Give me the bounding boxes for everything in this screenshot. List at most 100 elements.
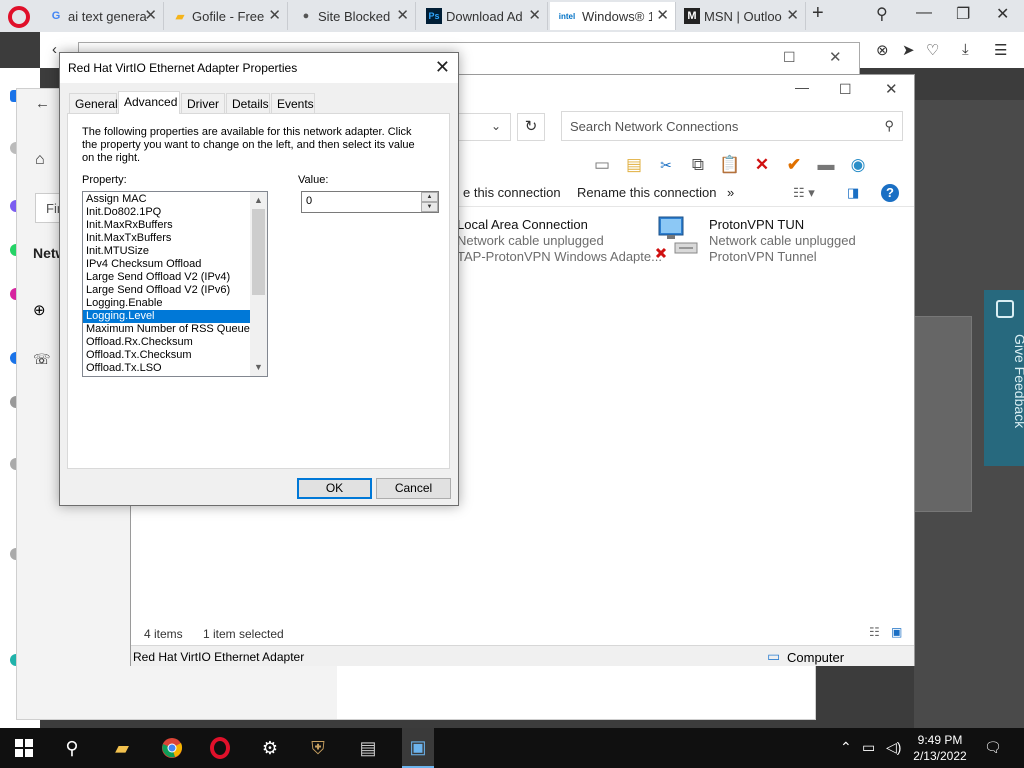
paste-icon[interactable]: 📋 (719, 154, 741, 176)
browser-tab[interactable]: ● Site Blocked ✕ (292, 2, 416, 30)
property-list-item[interactable]: Init.MaxRxBuffers (83, 219, 250, 232)
value-spinbox[interactable]: 0 ▲ ▼ (301, 191, 439, 213)
property-list-item[interactable]: Logging.Level (83, 310, 250, 323)
scroll-thumb[interactable] (252, 209, 265, 295)
help-icon[interactable]: ? (881, 184, 899, 202)
property-list-item[interactable]: Large Send Offload V2 (IPv6) (83, 284, 250, 297)
vpn-shield-icon[interactable]: ⛨ (306, 736, 330, 760)
chrome-icon[interactable] (160, 736, 184, 760)
property-list-item[interactable]: Offload.Tx.LSO (83, 362, 250, 375)
tab-advanced[interactable]: Advanced (118, 91, 180, 114)
search-input[interactable]: Search Network Connections ⚲ (561, 111, 903, 141)
rename-connection-command[interactable]: Rename this connection (577, 185, 716, 200)
properties-icon[interactable]: ▤ (623, 154, 645, 176)
value-input[interactable]: 0 (306, 195, 312, 207)
property-list-item[interactable]: Large Send Offload V2 (IPv4) (83, 271, 250, 284)
file-explorer-icon[interactable]: ▰ (110, 736, 134, 760)
notifications-icon[interactable]: 🗨 (984, 739, 1002, 756)
connection-item[interactable]: ProtonVPN TUN Network cable unplugged Pr… (709, 217, 856, 265)
browser-tab[interactable]: M MSN | Outloo ✕ (678, 2, 806, 30)
property-listbox[interactable]: Assign MAC Init.Do802.1PQ Init.MaxRxBuffer… (82, 191, 268, 377)
block-icon[interactable]: ⊗ (876, 41, 889, 59)
ok-button[interactable]: OK (297, 478, 372, 499)
close-tab-icon[interactable]: ✕ (656, 6, 669, 24)
search-icon[interactable]: ⚲ (60, 736, 84, 760)
tab-details[interactable]: Details (226, 93, 270, 113)
property-list-item[interactable]: Init.MaxTxBuffers (83, 232, 250, 245)
network-globe-icon[interactable]: ◉ (847, 154, 869, 176)
download-icon[interactable]: ⤓ (962, 41, 969, 58)
close-tab-icon[interactable]: ✕ (144, 6, 157, 24)
close-tab-icon[interactable]: ✕ (786, 6, 799, 24)
property-list-item[interactable]: IPv4 Checksum Offload (83, 258, 250, 271)
dialup-icon[interactable]: ☏ (33, 351, 51, 368)
heart-icon[interactable]: ♡ (926, 41, 939, 59)
refresh-button[interactable]: ↻ (517, 113, 545, 141)
maximize-icon[interactable]: ☐ (839, 81, 852, 98)
browser-tab[interactable]: ▰ Gofile - Free ✕ (166, 2, 288, 30)
close-icon[interactable]: ✕ (829, 48, 842, 66)
browser-tab[interactable]: Ps Download Ad ✕ (420, 2, 548, 30)
volume-icon[interactable]: ◁) (886, 739, 901, 756)
home-icon[interactable]: ⌂ (35, 151, 45, 169)
browser-tab-active[interactable]: intel Windows® 1( ✕ (550, 2, 676, 30)
minimize-icon[interactable]: — (795, 79, 809, 95)
spin-up-icon[interactable]: ▲ (421, 192, 438, 202)
control-panel-taskbar-icon[interactable]: ▣ (402, 728, 434, 768)
rename-icon[interactable]: ▬ (815, 154, 837, 176)
network-tray-icon[interactable]: ▭ (862, 739, 875, 756)
checkmark-icon[interactable]: ✔ (783, 154, 805, 176)
property-list-item[interactable]: Init.Do802.1PQ (83, 206, 250, 219)
settings-gear-icon[interactable]: ⚙ (258, 736, 282, 760)
send-icon[interactable]: ➤ (902, 41, 915, 59)
spin-down-icon[interactable]: ▼ (421, 202, 438, 212)
tab-driver[interactable]: Driver (181, 93, 225, 113)
new-tab-plus-icon[interactable]: + (812, 2, 824, 25)
back-arrow-icon[interactable]: ← (35, 95, 50, 112)
back-arrow-icon[interactable]: ‹ (52, 41, 57, 58)
maximize-icon[interactable]: ☐ (783, 49, 796, 66)
connection-item[interactable]: Local Area Connection Network cable unpl… (457, 217, 662, 265)
scroll-up-icon[interactable]: ▲ (250, 192, 267, 209)
details-view-icon[interactable]: ☷ (869, 625, 880, 639)
show-hidden-icons[interactable]: ⌃ (840, 739, 852, 756)
change-view-icon[interactable]: ☷ ▾ (793, 185, 815, 201)
property-list-item[interactable]: Offload.Tx.Checksum (83, 349, 250, 362)
scroll-down-icon[interactable]: ▼ (250, 359, 267, 376)
network-connections-taskbar-icon[interactable]: ▤ (356, 736, 380, 760)
network-adapter-icon[interactable] (655, 215, 701, 263)
listbox-scrollbar[interactable]: ▲ ▼ (250, 192, 267, 376)
preview-pane-icon[interactable]: ◨ (847, 185, 859, 201)
preview-pane-icon[interactable]: ▭ (591, 154, 613, 176)
tab-events[interactable]: Events (271, 93, 315, 113)
cancel-button[interactable]: Cancel (376, 478, 451, 499)
property-list-item[interactable]: Maximum Number of RSS Queues (83, 323, 255, 336)
property-list-item[interactable]: Logging.Enable (83, 297, 250, 310)
search-tabs-icon[interactable]: ⚲ (876, 4, 888, 24)
cut-icon[interactable]: ✂ (655, 154, 677, 176)
give-feedback-tab[interactable]: Give Feedback (984, 290, 1024, 466)
close-icon[interactable]: ✕ (885, 80, 898, 98)
large-icons-view-icon[interactable]: ▣ (891, 625, 902, 639)
minimize-icon[interactable]: — (916, 4, 932, 22)
browser-tab[interactable]: G ai text genera ✕ (42, 2, 164, 30)
close-tab-icon[interactable]: ✕ (268, 6, 281, 24)
system-clock[interactable]: 9:49 PM 2/13/2022 (910, 732, 970, 764)
close-icon[interactable]: ✕ (435, 57, 450, 78)
close-tab-icon[interactable]: ✕ (396, 6, 409, 24)
delete-icon[interactable]: ✕ (751, 154, 773, 176)
property-list-item[interactable]: Init.MTUSize (83, 245, 250, 258)
globe-icon[interactable]: ⊕ (33, 301, 46, 319)
connection-command[interactable]: e this connection (463, 185, 561, 200)
close-tab-icon[interactable]: ✕ (528, 6, 541, 24)
tab-general[interactable]: General (69, 93, 118, 113)
property-list-item[interactable]: Assign MAC (83, 193, 250, 206)
windows-start-icon[interactable] (12, 736, 36, 760)
menu-icon[interactable]: ☰ (994, 41, 1007, 59)
opera-logo-icon[interactable] (8, 6, 30, 28)
property-list-item[interactable]: Offload.Rx.Checksum (83, 336, 250, 349)
more-commands-button[interactable]: » (727, 185, 734, 200)
close-window-icon[interactable]: ✕ (996, 4, 1009, 24)
restore-icon[interactable]: ❐ (956, 4, 970, 24)
copy-icon[interactable]: ⧉ (687, 154, 709, 176)
